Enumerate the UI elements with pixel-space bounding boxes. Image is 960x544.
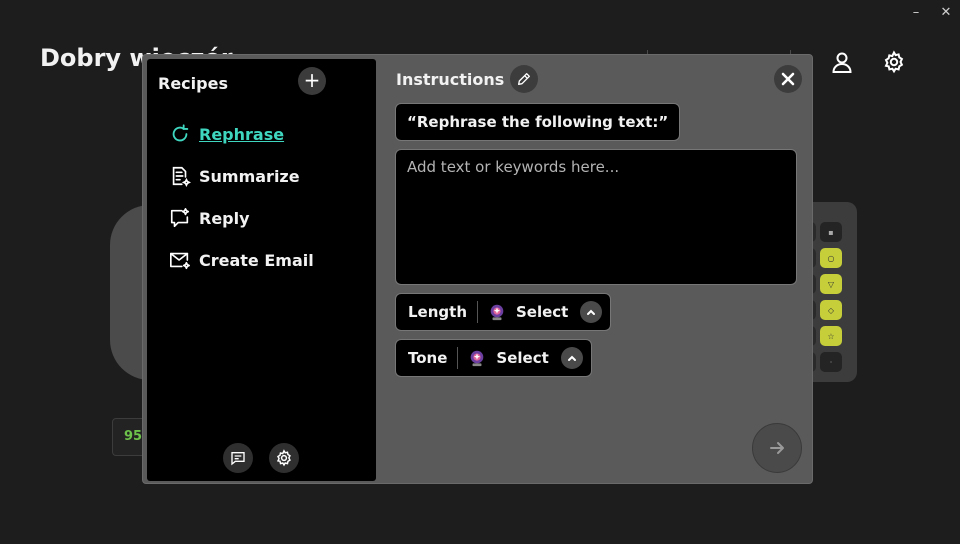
summarize-icon [172,166,191,187]
length-value: Select [516,303,569,321]
recipe-label: Rephrase [199,124,285,144]
recipe-summarize[interactable]: Summarize [169,155,314,197]
keypad-key: ◇ [820,300,842,320]
feedback-icon [231,452,245,466]
keypad-key: ☆ [820,326,842,346]
close-icon [781,72,795,86]
recipes-title: Recipes [158,74,228,93]
settings-icon[interactable] [880,48,908,76]
add-recipe-button[interactable]: + [298,67,326,95]
keypad-key: ○ [820,248,842,268]
keypad-key: ▪ [820,222,842,242]
header-icons [828,48,908,76]
tone-label: Tone [408,349,448,367]
reply-icon [170,208,190,228]
edit-instructions-button[interactable] [510,65,538,93]
instructions-title: Instructions [396,70,505,89]
recipe-reply[interactable]: Reply [169,197,314,239]
close-dialog-button[interactable] [774,65,802,93]
keypad-key: · [820,352,842,372]
window-controls: – ✕ [908,4,954,22]
create-email-icon [170,252,190,270]
ai-prompt-dialog: Recipes + Rephrase Summarize Reply Creat… [142,54,813,484]
chevron-up-icon[interactable] [580,301,603,323]
pencil-icon [518,73,530,85]
keypad-key: ▽ [820,274,842,294]
divider [457,347,459,369]
arrow-right-icon [770,442,784,454]
recipes-panel: Recipes + Rephrase Summarize Reply Creat… [147,59,376,481]
instruction-prompt: “Rephrase the following text:” [395,103,681,141]
length-selector[interactable]: Length Select [395,293,612,331]
recipes-list: Rephrase Summarize Reply Create Email [169,113,314,281]
window-close-button[interactable]: ✕ [938,4,954,22]
ai-orb-icon [490,304,504,321]
chevron-up-icon[interactable] [560,347,583,369]
text-input[interactable] [395,149,797,285]
tone-value: Select [496,349,549,367]
tone-selector[interactable]: Tone Select [395,339,592,377]
recipe-label: Reply [199,208,250,228]
divider [477,301,478,323]
minimize-button[interactable]: – [908,4,924,22]
recipe-create-email[interactable]: Create Email [169,239,314,281]
send-button[interactable] [752,423,802,473]
instructions-panel: Instructions “Rephrase the following tex… [376,55,812,483]
recipe-rephrase[interactable]: Rephrase [169,113,314,155]
rephrase-icon [172,124,189,142]
profile-icon[interactable] [828,48,856,76]
length-label: Length [408,303,467,321]
ai-orb-icon [471,350,484,367]
recipes-settings-button[interactable] [269,443,299,473]
recipe-label: Create Email [199,250,314,270]
feedback-button[interactable] [223,443,253,473]
recipes-footer [223,443,299,473]
gear-icon [276,449,291,467]
recipe-label: Summarize [199,166,300,186]
